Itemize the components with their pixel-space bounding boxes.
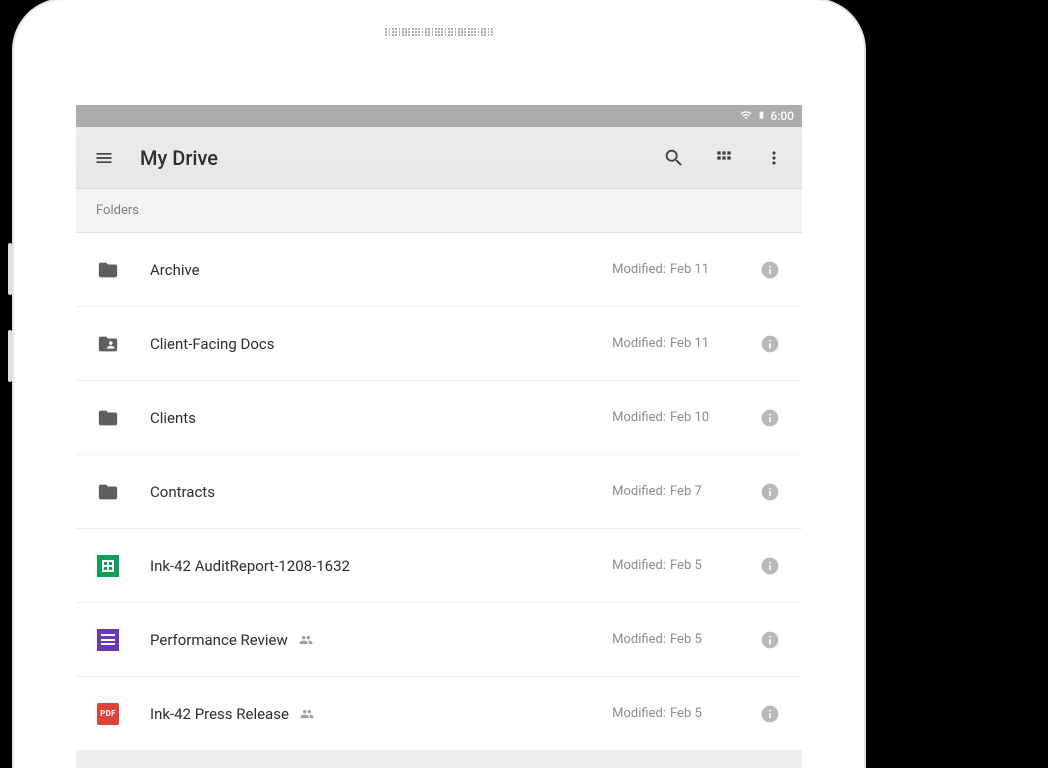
device-frame: 6:00 My Drive Folders Archive Modified: Fe… <box>14 0 864 768</box>
shared-icon <box>299 707 315 721</box>
list-item[interactable]: Archive Modified: Feb 11 <box>76 233 802 307</box>
search-icon[interactable] <box>660 144 688 172</box>
file-type-icon: PDF <box>94 702 122 726</box>
item-name: Ink-42 AuditReport-1208-1632 <box>150 557 350 575</box>
modified-label: Modified: <box>612 336 666 351</box>
device-side-button-2 <box>8 330 12 382</box>
list-item[interactable]: Client-Facing Docs Modified: Feb 11 <box>76 307 802 381</box>
file-type-icon <box>94 480 122 504</box>
file-type-icon <box>94 258 122 282</box>
status-bar: 6:00 <box>76 105 802 127</box>
info-icon[interactable] <box>756 552 784 580</box>
section-label: Folders <box>96 203 139 218</box>
grid-view-icon[interactable] <box>710 144 738 172</box>
device-side-button-1 <box>8 243 12 295</box>
item-name: Performance Review <box>150 631 288 649</box>
modified-label: Modified: <box>612 558 666 573</box>
section-header: Folders <box>76 189 802 233</box>
list-item[interactable]: Clients Modified: Feb 10 <box>76 381 802 455</box>
wifi-icon <box>739 109 753 124</box>
file-list: ArchiveModified:Feb 11Client-Facing Docs… <box>76 233 802 751</box>
speaker-grille <box>384 26 494 38</box>
item-name: Contracts <box>150 483 215 501</box>
item-name: Ink-42 Press Release <box>150 705 289 723</box>
hamburger-menu-icon[interactable] <box>90 144 118 172</box>
modified-label: Modified: <box>612 262 666 277</box>
shared-icon <box>298 633 314 647</box>
info-icon[interactable] <box>756 626 784 654</box>
file-type-icon <box>94 628 122 652</box>
app-bar: My Drive <box>76 127 802 189</box>
item-name: Clients <box>150 409 196 427</box>
list-item[interactable]: Ink-42 AuditReport-1208-1632 Modified: Feb… <box>76 529 802 603</box>
modified-date: Feb 11 <box>670 336 726 351</box>
modified-label: Modified: <box>612 706 666 721</box>
file-type-icon <box>94 406 122 430</box>
modified-date: Feb 5 <box>670 558 726 573</box>
file-type-icon <box>94 332 122 356</box>
info-icon[interactable] <box>756 478 784 506</box>
list-item[interactable]: Contracts Modified: Feb 7 <box>76 455 802 529</box>
modified-date: Feb 5 <box>670 706 726 721</box>
item-name: Client-Facing Docs <box>150 335 274 353</box>
info-icon[interactable] <box>756 256 784 284</box>
info-icon[interactable] <box>756 330 784 358</box>
battery-icon <box>757 108 766 125</box>
modified-label: Modified: <box>612 410 666 425</box>
status-time: 6:00 <box>770 109 794 123</box>
list-item[interactable]: Performance Review Modified: Feb 5 <box>76 603 802 677</box>
modified-label: Modified: <box>612 632 666 647</box>
page-title: My Drive <box>140 146 638 170</box>
modified-label: Modified: <box>612 484 666 499</box>
modified-date: Feb 5 <box>670 632 726 647</box>
modified-date: Feb 11 <box>670 262 726 277</box>
list-item[interactable]: PDF Ink-42 Press Release Modified: Feb 5 <box>76 677 802 751</box>
screen: 6:00 My Drive Folders Archive Modified: Fe… <box>76 105 802 768</box>
modified-date: Feb 7 <box>670 484 726 499</box>
modified-date: Feb 10 <box>670 410 726 425</box>
item-name: Archive <box>150 261 200 279</box>
more-vert-icon[interactable] <box>760 144 788 172</box>
info-icon[interactable] <box>756 404 784 432</box>
info-icon[interactable] <box>756 700 784 728</box>
file-type-icon <box>94 554 122 578</box>
